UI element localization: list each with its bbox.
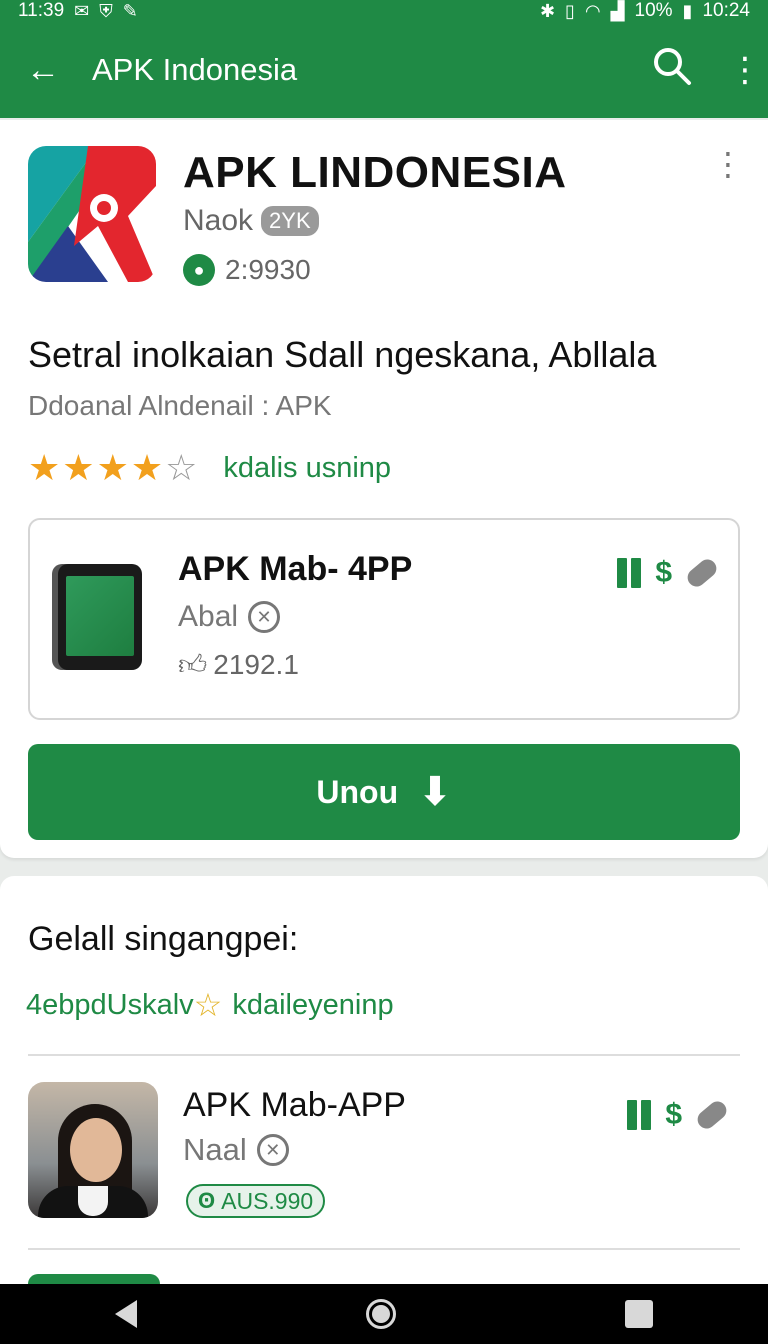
search-icon[interactable] bbox=[652, 46, 700, 94]
divider bbox=[28, 1054, 740, 1056]
star-full-icon: ★ bbox=[96, 447, 129, 488]
nav-back-icon[interactable] bbox=[114, 1300, 137, 1328]
circle-x-icon: ✕ bbox=[248, 601, 281, 633]
star-half-icon: ★ bbox=[130, 447, 164, 488]
star-full-icon: ★ bbox=[28, 447, 61, 488]
description-subline: Ddoanal Alndenail : APK bbox=[28, 390, 332, 421]
developer-row[interactable]: Naok 2YK bbox=[183, 204, 319, 238]
back-arrow-icon[interactable]: ← bbox=[26, 53, 66, 87]
status-bar: 11:39 ✉ ⛨ ✎ ✱ ▯ ◠ ▟ 10% ▮ 10:24 bbox=[0, 0, 768, 22]
vibrate-icon: ▯ bbox=[565, 0, 575, 21]
dollar-icon: $ bbox=[655, 556, 672, 589]
rating-link[interactable]: kdalis usninp bbox=[223, 452, 391, 485]
pill-icon bbox=[693, 1097, 731, 1133]
star-outline-icon: ☆ bbox=[193, 987, 223, 1023]
avatar bbox=[28, 1082, 158, 1218]
battery-percent: 10% bbox=[634, 0, 673, 21]
feature-subtitle-row: Abal ✕ bbox=[178, 600, 281, 634]
description-headline: Setral inolkaian Sdall ngeskana, Abllala bbox=[28, 334, 657, 375]
rating-stars: ★ ★ ★ ★ ☆ bbox=[28, 450, 197, 486]
download-arrow-icon: ⬇ bbox=[418, 770, 452, 814]
shield-icon: ⛨ bbox=[99, 0, 113, 21]
price-badge[interactable]: ʘ AUS.990 bbox=[186, 1184, 326, 1218]
status-clock: 10:24 bbox=[702, 0, 750, 21]
bluetooth-icon: ✱ bbox=[539, 0, 556, 21]
wifi-icon: ◠ bbox=[584, 0, 601, 21]
pause-bars-icon bbox=[617, 558, 642, 588]
mail-icon: ✉ bbox=[74, 0, 90, 21]
list-item-title[interactable]: APK Mab-APP bbox=[183, 1086, 406, 1125]
price-label: AUS.990 bbox=[221, 1187, 314, 1214]
section-title: Gelall singangpei: bbox=[28, 920, 299, 958]
feature-icon-group: $ bbox=[617, 555, 721, 591]
dollar-icon: $ bbox=[665, 1098, 682, 1131]
list-icon-group: $ bbox=[627, 1097, 731, 1133]
section-link-left[interactable]: 4ebpdUskalv bbox=[26, 989, 194, 1022]
user-icon: ● bbox=[183, 254, 215, 286]
app-logo bbox=[28, 146, 156, 282]
signal-icon: ▟ bbox=[610, 0, 625, 21]
app-detail-card: APK LINDONESIA ⋮ Naok 2YK ● 2:9930 Setra… bbox=[0, 120, 768, 858]
circle-x-icon: ✕ bbox=[256, 1134, 289, 1166]
rating-row: ★ ★ ★ ★ ☆ kdalis usninp bbox=[28, 450, 391, 486]
pill-icon bbox=[683, 555, 721, 591]
section-links: 4ebpdUskalv ☆ kdaileyeninp bbox=[26, 986, 394, 1024]
related-section-card: Gelall singangpei: 4ebpdUskalv ☆ kdailey… bbox=[0, 876, 768, 1286]
pause-bars-icon bbox=[627, 1100, 652, 1130]
top-app-bar: 11:39 ✉ ⛨ ✎ ✱ ▯ ◠ ▟ 10% ▮ 10:24 ← APK In… bbox=[0, 0, 768, 118]
app-bar-title: APK Indonesia bbox=[92, 52, 298, 87]
phone-icon bbox=[58, 564, 142, 670]
system-nav-bar bbox=[0, 1284, 768, 1344]
feature-card[interactable]: APK Mab- 4PP Abal ✕ 👍︎ 2192.1 $ bbox=[28, 518, 740, 720]
developer-badge: 2YK bbox=[261, 206, 319, 236]
install-button-label: Unou bbox=[316, 773, 399, 810]
nav-home-icon[interactable] bbox=[365, 1299, 396, 1329]
downloads-count: 2:9930 bbox=[225, 254, 311, 285]
list-item-subtitle: Naal bbox=[183, 1132, 247, 1167]
divider bbox=[28, 1248, 740, 1250]
downloads-row: ● 2:9930 bbox=[183, 254, 311, 286]
star-full-icon: ★ bbox=[62, 447, 95, 488]
install-button[interactable]: Unou ⬇ bbox=[28, 744, 740, 840]
developer-name[interactable]: Naok bbox=[183, 204, 253, 238]
star-empty-icon: ☆ bbox=[165, 447, 198, 488]
section-link-right[interactable]: kdaileyeninp bbox=[232, 989, 393, 1022]
overflow-menu-icon[interactable]: ⋮ bbox=[728, 53, 762, 87]
app-name: APK LINDONESIA bbox=[183, 148, 567, 197]
price-tag-icon: ʘ bbox=[198, 1188, 216, 1213]
status-time: 11:39 bbox=[18, 0, 65, 21]
battery-icon: ▮ bbox=[682, 0, 693, 21]
thumbs-up-icon: 👍︎ bbox=[178, 649, 208, 680]
nav-recents-icon[interactable] bbox=[625, 1300, 654, 1328]
list-item-subtitle-row: Naal ✕ bbox=[183, 1132, 289, 1168]
feature-subtitle: Abal bbox=[178, 600, 239, 633]
card-more-icon[interactable]: ⋮ bbox=[712, 148, 744, 180]
feature-count: 2192.1 bbox=[213, 649, 299, 680]
tag-icon: ✎ bbox=[122, 0, 138, 21]
feature-count-row: 👍︎ 2192.1 bbox=[178, 648, 299, 682]
feature-title: APK Mab- 4PP bbox=[178, 550, 413, 588]
